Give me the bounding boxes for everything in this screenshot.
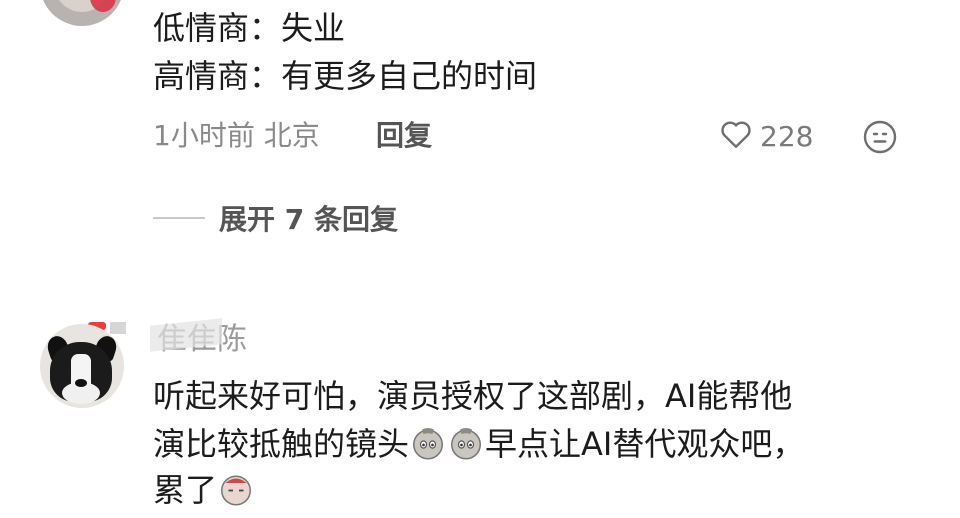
avatar-accent (90, 0, 116, 12)
expand-replies-button[interactable]: 展开 7 条回复 (153, 200, 398, 236)
comment2-line-3: 累了 (153, 468, 255, 512)
reply-button[interactable]: 回复 (376, 118, 432, 154)
comment-text-line-2: 高情商：有更多自己的时间 (153, 57, 538, 95)
like-button[interactable]: 228 (718, 117, 813, 155)
heart-outline-icon (718, 116, 754, 156)
comment2-line-2b: 早点让AI替代观众吧， (485, 425, 805, 463)
tired-emoji (218, 471, 254, 507)
comment-text-line-1: 低情商：失业 (153, 9, 346, 47)
comment2-line-3-text: 累了 (153, 471, 218, 509)
avatar-decoration-blur (110, 322, 126, 334)
facepalm-emoji (410, 425, 446, 461)
emoji-reaction-button[interactable] (862, 119, 898, 155)
expand-replies-label: 展开 7 条回复 (219, 203, 398, 236)
comment-time-location: 1小时前 北京 (153, 119, 320, 152)
facepalm-emoji (448, 425, 484, 461)
dog-nose (75, 379, 87, 387)
comment2-line-1: 听起来好可怕，演员授权了这部剧，AI能帮他 (153, 377, 793, 415)
commenter-avatar[interactable] (40, 0, 124, 26)
like-count: 228 (760, 119, 814, 153)
commenter-avatar-dog[interactable] (40, 324, 124, 408)
divider-dash (153, 217, 205, 219)
smiley-icon (863, 120, 897, 154)
comment2-line-2a: 演比较抵触的镜头 (153, 425, 410, 463)
comment2-line-2: 演比较抵触的镜头 早点让AI替代观众吧， (153, 422, 804, 466)
